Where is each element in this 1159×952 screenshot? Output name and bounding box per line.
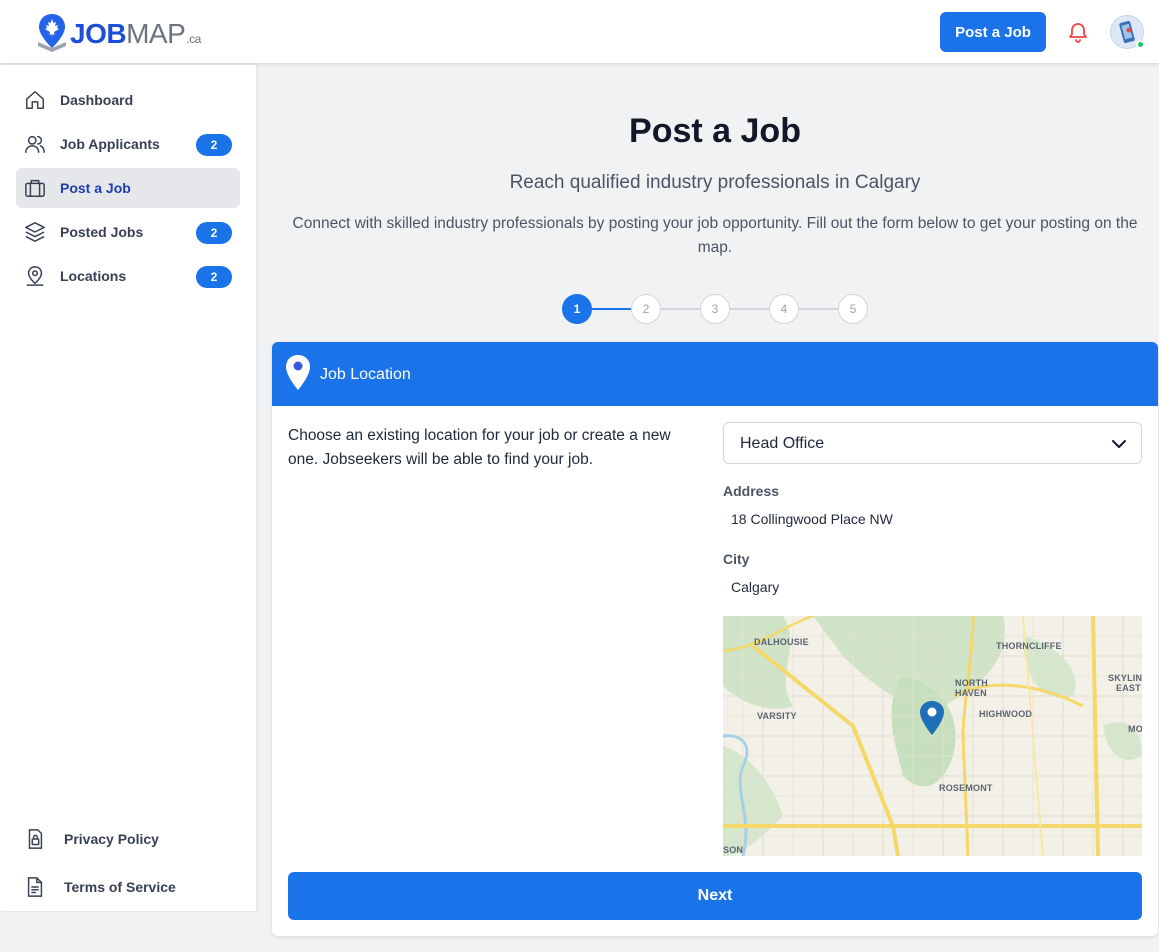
address-value: 18 Collingwood Place NW	[731, 511, 893, 527]
map-tiles	[723, 616, 1142, 856]
lock-icon	[28, 829, 43, 849]
next-button[interactable]: Next	[288, 872, 1142, 920]
header-post-job-button[interactable]: Post a Job	[940, 12, 1046, 52]
card-title: Job Location	[320, 366, 411, 383]
step-4[interactable]: 4	[769, 294, 799, 324]
footer-link-label: Privacy Policy	[64, 831, 159, 847]
step-2[interactable]: 2	[631, 294, 661, 324]
step-connector	[799, 308, 838, 310]
map-pin-icon[interactable]	[919, 700, 945, 736]
users-icon	[25, 135, 45, 153]
location-instructions: Choose an existing location for your job…	[288, 427, 671, 468]
sidebar-item-label: Job Applicants	[60, 136, 160, 152]
top-header: JOB MAP .ca Post a Job	[0, 0, 1159, 64]
sidebar-item-label: Locations	[60, 268, 127, 284]
step-1[interactable]: 1	[562, 294, 592, 324]
map-label: HIGHWOOD	[979, 709, 1033, 719]
logo-pin-icon	[38, 14, 66, 52]
map-label: THORNCLIFFE	[996, 641, 1062, 651]
count-badge: 2	[196, 134, 232, 156]
step-connector	[592, 308, 631, 310]
sidebar-item-dashboard[interactable]: Dashboard	[16, 80, 240, 120]
sidebar-item-label: Posted Jobs	[60, 224, 144, 240]
sidebar-item-label: Post a Job	[60, 180, 131, 196]
jobmap-logo[interactable]: JOB MAP .ca	[30, 12, 201, 56]
step-5[interactable]: 5	[838, 294, 868, 324]
sidebar-item-job-applicants[interactable]: Job Applicants 2	[16, 124, 240, 164]
step-connector	[661, 308, 700, 310]
footer-link-label: Terms of Service	[64, 879, 176, 895]
map-label: MO	[1128, 724, 1142, 734]
page-title: Post a Job	[629, 112, 801, 150]
city-label: City	[723, 551, 750, 567]
sidebar-item-post-a-job[interactable]: Post a Job	[16, 168, 240, 208]
privacy-policy-link[interactable]: Privacy Policy	[24, 824, 159, 854]
map-label: SON	[723, 845, 744, 855]
map-label: HAVEN	[955, 688, 987, 698]
home-icon	[26, 91, 44, 109]
map-label: VARSITY	[757, 711, 797, 721]
location-select[interactable]: Head Office	[723, 422, 1142, 464]
online-status-dot	[1136, 40, 1145, 49]
document-icon	[27, 877, 43, 897]
location-select-value: Head Office	[740, 435, 825, 452]
count-badge: 2	[196, 266, 232, 288]
map-label: DALHOUSIE	[754, 637, 809, 647]
chevron-down-icon	[1112, 440, 1126, 448]
job-location-card: Job Location Choose an existing location…	[272, 342, 1158, 936]
step-3[interactable]: 3	[700, 294, 730, 324]
sidebar-item-locations[interactable]: Locations 2	[16, 256, 240, 296]
location-map[interactable]: DALHOUSIE THORNCLIFFE NORTH HAVEN SKYLIN…	[723, 616, 1142, 856]
map-label: SKYLINE	[1108, 673, 1142, 683]
briefcase-icon	[25, 179, 45, 197]
map-label: EAST	[1116, 683, 1141, 693]
avatar[interactable]	[1110, 15, 1145, 49]
form-stepper: 1 2 3 4 5	[562, 294, 868, 324]
bell-icon[interactable]	[1066, 20, 1090, 44]
sidebar-item-label: Dashboard	[60, 92, 134, 108]
sidebar: Dashboard Job Applicants 2 Post a Job Po…	[0, 65, 256, 911]
logo-wordmark: JOB MAP .ca	[70, 18, 201, 49]
page-subtitle: Reach qualified industry professionals i…	[509, 172, 921, 193]
map-pin-icon	[286, 355, 310, 390]
address-label: Address	[723, 483, 780, 499]
layers-icon	[25, 222, 45, 242]
city-value: Calgary	[731, 579, 780, 595]
map-label: NORTH	[955, 678, 988, 688]
sidebar-item-posted-jobs[interactable]: Posted Jobs 2	[16, 212, 240, 252]
location-user-icon	[26, 266, 44, 286]
map-label: ROSEMONT	[939, 783, 993, 793]
count-badge: 2	[196, 222, 232, 244]
terms-of-service-link[interactable]: Terms of Service	[24, 872, 176, 902]
card-header: Job Location	[272, 342, 1158, 406]
step-connector	[730, 308, 769, 310]
page-description: Connect with skilled industry profession…	[292, 215, 1138, 256]
